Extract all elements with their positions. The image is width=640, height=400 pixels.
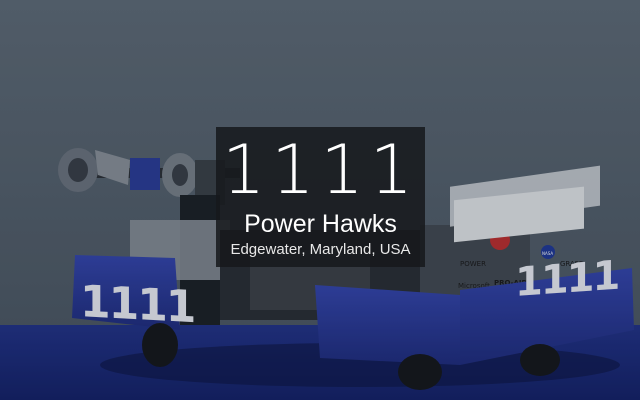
team-screen: POWER Microsoft PRO-AIR NASA GRAFF 1111 … <box>0 0 640 400</box>
team-info-card: 1111 Power Hawks Edgewater, Maryland, US… <box>216 127 425 267</box>
team-name: Power Hawks <box>244 210 397 238</box>
team-number: 1111 <box>221 131 420 210</box>
team-location: Edgewater, Maryland, USA <box>230 241 411 258</box>
